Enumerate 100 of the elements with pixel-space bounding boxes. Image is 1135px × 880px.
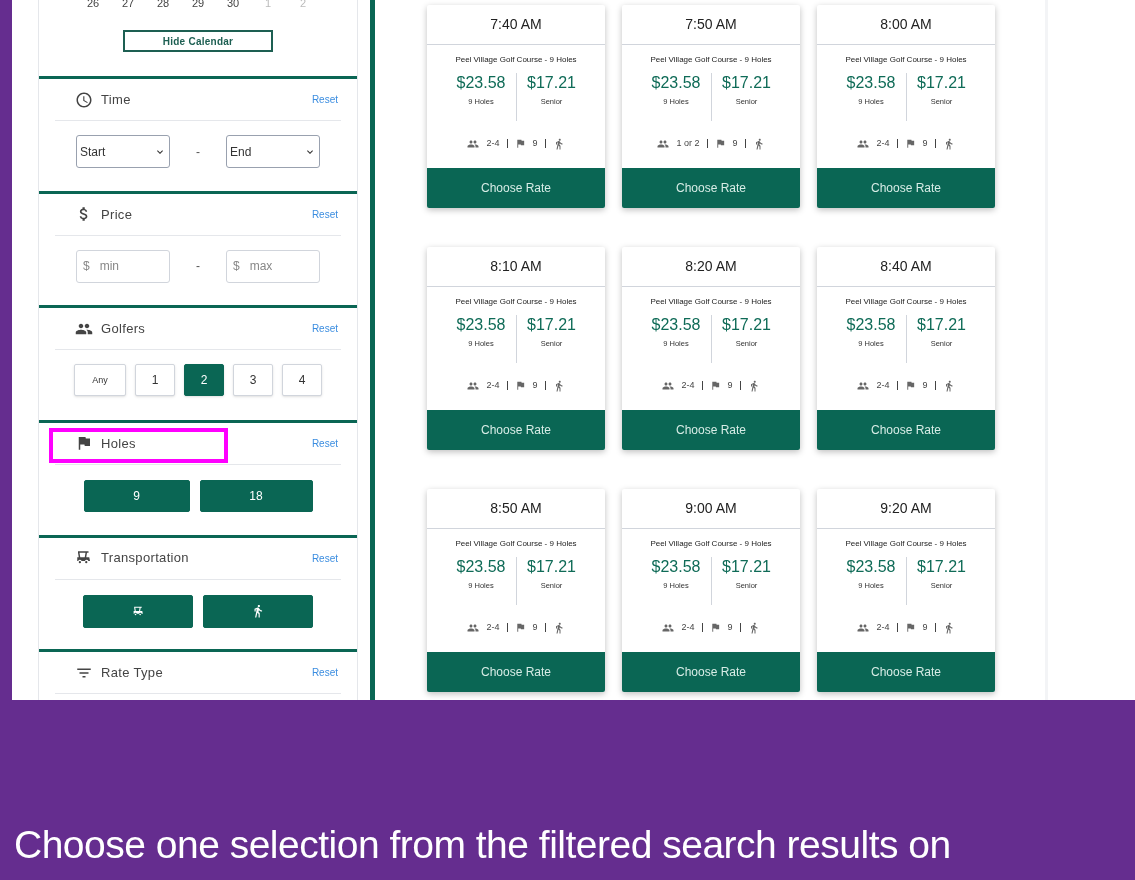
caption-text: Choose one selection from the filtered search results on — [14, 821, 951, 868]
tee-time: 8:20 AM — [685, 257, 737, 276]
tee-time: 8:10 AM — [490, 257, 542, 276]
tee-time: 9:20 AM — [880, 499, 932, 518]
reset-link[interactable]: Reset — [311, 206, 338, 222]
calendar-day[interactable]: 27 — [118, 0, 138, 12]
golfers-range: 2-4 — [681, 621, 695, 634]
golfer-count-button[interactable]: 1 — [135, 364, 175, 397]
golfer-count-button[interactable]: 2 — [184, 364, 224, 397]
filter-title: Golfers — [101, 320, 146, 339]
rate-price: $23.58 — [846, 315, 896, 335]
course-name: Peel Village Golf Course - 9 Holes — [455, 296, 577, 308]
holes-button[interactable]: 18 — [199, 479, 313, 512]
flag-icon — [514, 138, 526, 150]
golfers-range: 2-4 — [486, 379, 500, 392]
rate-price: $17.21 — [527, 315, 576, 335]
golfers-range: 2-4 — [876, 137, 890, 150]
course-name: Peel Village Golf Course - 9 Holes — [650, 538, 772, 550]
walking-button[interactable] — [203, 594, 313, 628]
choose-rate-button[interactable]: Choose Rate — [817, 410, 995, 450]
golfers-range: 2-4 — [681, 379, 695, 392]
rate-price: $17.21 — [527, 73, 576, 93]
choose-rate-button[interactable]: Choose Rate — [817, 168, 995, 208]
rate-price: $17.21 — [917, 315, 966, 335]
tee-time: 7:50 AM — [685, 15, 737, 34]
choose-rate-button[interactable]: Choose Rate — [817, 652, 995, 692]
hide-calendar-button[interactable]: Hide Calendar — [123, 30, 273, 52]
holes-count: 9 — [922, 379, 928, 392]
choose-rate-button[interactable]: Choose Rate — [622, 168, 800, 208]
tee-time: 8:50 AM — [490, 499, 542, 518]
end-time-select[interactable]: End — [226, 135, 320, 169]
flag-icon — [709, 622, 721, 634]
rate-price: $23.58 — [651, 73, 701, 93]
golfers-range: 2-4 — [486, 621, 500, 634]
golfer-count-button[interactable]: 4 — [282, 364, 322, 397]
range-separator: - — [196, 258, 200, 276]
calendar-day[interactable]: 29 — [188, 0, 208, 12]
golfers-range: 2-4 — [876, 621, 890, 634]
rate-price: $23.58 — [846, 557, 896, 577]
max-price-field[interactable]: $ max — [226, 249, 320, 283]
course-name: Peel Village Golf Course - 9 Holes — [650, 54, 772, 66]
min-price-field[interactable]: $ min — [76, 249, 170, 283]
reset-link[interactable]: Reset — [311, 550, 338, 566]
golfer-count-button[interactable]: Any — [74, 364, 126, 397]
course-name: Peel Village Golf Course - 9 Holes — [455, 54, 577, 66]
rate-price: $17.21 — [917, 557, 966, 577]
holes-button[interactable]: 9 — [83, 479, 190, 512]
filter-title: Rate Type — [101, 663, 163, 682]
course-name: Peel Village Golf Course - 9 Holes — [845, 538, 967, 550]
filter-title: Holes — [101, 434, 136, 453]
riding-button[interactable] — [83, 594, 193, 628]
flag-icon — [514, 380, 526, 392]
tee-time: 8:40 AM — [880, 257, 932, 276]
flag-icon — [904, 622, 916, 634]
flag-icon — [709, 380, 721, 392]
course-name: Peel Village Golf Course - 9 Holes — [845, 296, 967, 308]
golfers-range: 1 or 2 — [676, 137, 700, 150]
flag-icon — [904, 138, 916, 150]
rate-price: $23.58 — [651, 557, 701, 577]
flag-icon — [904, 380, 916, 392]
rate-price: $23.58 — [651, 315, 701, 335]
course-name: Peel Village Golf Course - 9 Holes — [650, 296, 772, 308]
golfer-count-button[interactable]: 3 — [233, 364, 273, 397]
tee-time: 7:40 AM — [490, 15, 542, 34]
flag-icon — [514, 622, 526, 634]
rate-price: $23.58 — [456, 315, 506, 335]
filter-title: Transportation — [101, 549, 189, 568]
holes-count: 9 — [922, 137, 928, 150]
choose-rate-button[interactable]: Choose Rate — [427, 410, 605, 450]
choose-rate-button[interactable]: Choose Rate — [622, 410, 800, 450]
rate-price: $17.21 — [917, 73, 966, 93]
choose-rate-button[interactable]: Choose Rate — [427, 168, 605, 208]
range-separator: - — [196, 143, 200, 161]
tee-time: 9:00 AM — [685, 499, 737, 518]
reset-link[interactable]: Reset — [311, 435, 338, 451]
rate-price: $17.21 — [722, 315, 771, 335]
reset-link[interactable]: Reset — [311, 665, 338, 681]
rate-price: $23.58 — [846, 73, 896, 93]
filter-title: Time — [101, 91, 131, 110]
reset-link[interactable]: Reset — [311, 321, 338, 337]
rate-price: $17.21 — [722, 557, 771, 577]
start-time-select[interactable]: Start — [76, 135, 170, 169]
clock-icon — [75, 90, 93, 109]
holes-count: 9 — [532, 621, 538, 634]
flag-icon — [714, 138, 726, 150]
holes-count: 9 — [532, 137, 538, 150]
reset-link[interactable]: Reset — [311, 92, 338, 108]
calendar-day[interactable]: 28 — [153, 0, 173, 12]
holes-count: 9 — [922, 621, 928, 634]
golfers-range: 2-4 — [486, 137, 500, 150]
choose-rate-button[interactable]: Choose Rate — [622, 652, 800, 692]
rate-price: $17.21 — [527, 557, 576, 577]
course-name: Peel Village Golf Course - 9 Holes — [845, 54, 967, 66]
rate-price: $23.58 — [456, 557, 506, 577]
choose-rate-button[interactable]: Choose Rate — [427, 652, 605, 692]
rate-price: $17.21 — [722, 73, 771, 93]
holes-count: 9 — [532, 379, 538, 392]
calendar-day[interactable]: 30 — [223, 0, 243, 12]
calendar-day[interactable]: 26 — [83, 0, 103, 12]
holes-count: 9 — [727, 621, 733, 634]
